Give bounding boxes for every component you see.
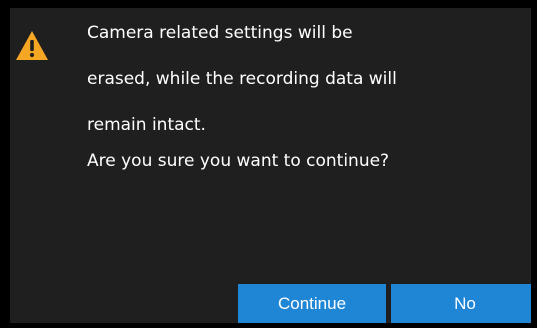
message-line: remain intact. [87, 115, 206, 135]
confirm-dialog: Camera related settings will be erased, … [10, 8, 531, 323]
confirmation-question: Are you sure you want to continue? [87, 151, 390, 171]
message-line: Camera related settings will be [87, 23, 353, 43]
warning-icon [16, 31, 48, 60]
continue-button[interactable]: Continue [238, 284, 386, 323]
message-line: erased, while the recording data will [87, 69, 397, 89]
no-button[interactable]: No [391, 284, 531, 323]
dialog-message: Camera related settings will be erased, … [87, 18, 507, 177]
